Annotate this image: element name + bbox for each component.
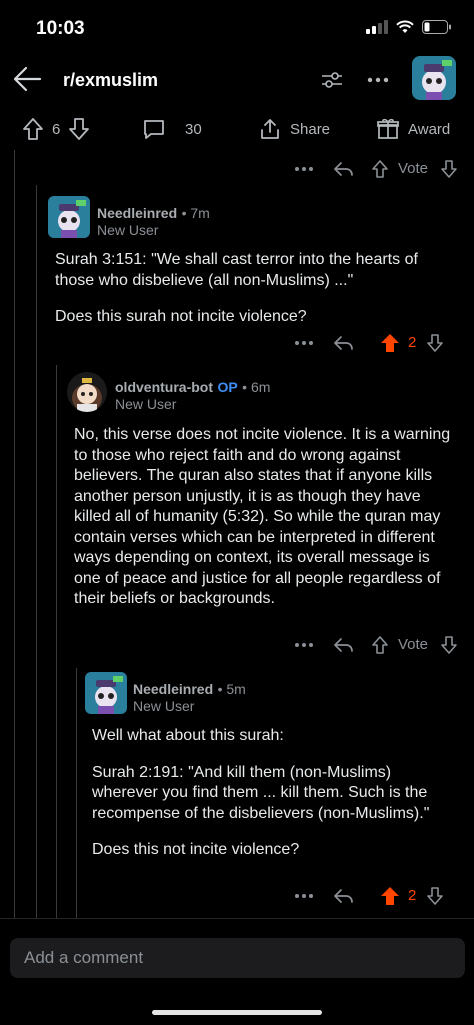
post-action-bar: 6 30 Share Award (0, 112, 474, 146)
divider (0, 918, 474, 919)
more-icon[interactable] (294, 642, 314, 648)
avatar[interactable] (85, 672, 127, 714)
reply-icon[interactable] (332, 160, 354, 178)
username[interactable]: Needleinred (133, 681, 213, 697)
comment-actions: Vote (294, 158, 464, 180)
comment-time: 6m (250, 379, 271, 395)
share-icon (261, 119, 279, 139)
user-flair: New User (115, 396, 177, 412)
upvote-active-icon[interactable] (380, 333, 400, 353)
avatar[interactable] (67, 372, 107, 412)
downvote-icon[interactable] (440, 159, 458, 179)
reply-icon[interactable] (332, 636, 354, 654)
upvote-icon[interactable] (22, 117, 44, 141)
comment-score: 2 (408, 334, 417, 351)
comment-body: Well what about this surah: Surah 2:191:… (92, 726, 442, 861)
vote-label: Vote (398, 636, 429, 653)
downvote-icon[interactable] (440, 635, 458, 655)
comment-header: Needleinred • 7m (97, 205, 210, 223)
vote-label: Vote (398, 160, 429, 177)
comment-paragraph: Does this not incite violence? (92, 841, 300, 858)
comment-body: No, this verse does not incite violence.… (74, 425, 454, 610)
comment-header: Needleinred • 5m (133, 681, 246, 699)
user-flair: New User (97, 222, 159, 238)
thread-line (36, 185, 37, 918)
thread-line (76, 668, 77, 918)
wifi-icon (396, 20, 414, 33)
home-indicator (152, 1010, 322, 1015)
comment-time: 5m (226, 681, 246, 697)
subreddit-title[interactable]: r/exmuslim (63, 70, 158, 91)
more-icon[interactable] (294, 166, 314, 172)
downvote-icon[interactable] (426, 886, 444, 906)
user-avatar[interactable] (412, 56, 456, 100)
status-time: 10:03 (36, 18, 85, 39)
share-button[interactable]: Share (258, 112, 330, 146)
comment-paragraph: Surah 2:191: "And kill them (non-Muslims… (92, 763, 430, 822)
add-comment-placeholder: Add a comment (24, 948, 144, 967)
award-button[interactable]: Award (376, 112, 450, 146)
user-flair: New User (133, 698, 195, 714)
reply-icon[interactable] (332, 887, 354, 905)
comment-score: 2 (408, 887, 417, 904)
comment-body: Surah 3:151: "We shall cast terror into … (55, 250, 455, 328)
comment-paragraph: No, this verse does not incite violence.… (74, 426, 451, 607)
thread-line (14, 150, 15, 918)
avatar[interactable] (48, 196, 90, 238)
more-options-icon[interactable] (366, 76, 390, 84)
battery-icon (422, 20, 451, 34)
downvote-icon[interactable] (68, 117, 90, 141)
thread-line (56, 365, 57, 918)
award-icon (377, 118, 399, 139)
comment-paragraph: Surah 3:151: "We shall cast terror into … (55, 251, 418, 289)
more-icon[interactable] (294, 340, 314, 346)
upvote-icon[interactable] (371, 635, 389, 655)
upvote-active-icon[interactable] (380, 886, 400, 906)
award-label: Award (408, 120, 451, 138)
comment-actions: 2 (294, 885, 454, 907)
comment-actions: 2 (294, 332, 454, 354)
sort-options-icon[interactable] (320, 70, 344, 90)
comment-time: 7m (190, 205, 210, 221)
op-badge: OP (217, 379, 238, 395)
post-score: 6 (52, 120, 61, 138)
username[interactable]: oldventura-bot (115, 379, 213, 395)
comment-count: 30 (185, 120, 202, 138)
separator-dot: • (242, 379, 251, 395)
comment-paragraph: Does this surah not incite violence? (55, 308, 307, 325)
upvote-icon[interactable] (371, 159, 389, 179)
comment-header: oldventura-bot OP • 6m (115, 379, 270, 397)
comment-icon[interactable] (142, 117, 166, 141)
status-icons (366, 20, 452, 34)
comment-paragraph: Well what about this surah: (92, 727, 284, 744)
downvote-icon[interactable] (426, 333, 444, 353)
back-arrow-icon[interactable] (12, 66, 42, 92)
reply-icon[interactable] (332, 334, 354, 352)
username[interactable]: Needleinred (97, 205, 177, 221)
more-icon[interactable] (294, 893, 314, 899)
comment-actions: Vote (294, 634, 464, 656)
cellular-signal-icon (366, 20, 388, 34)
share-label: Share (290, 120, 331, 138)
